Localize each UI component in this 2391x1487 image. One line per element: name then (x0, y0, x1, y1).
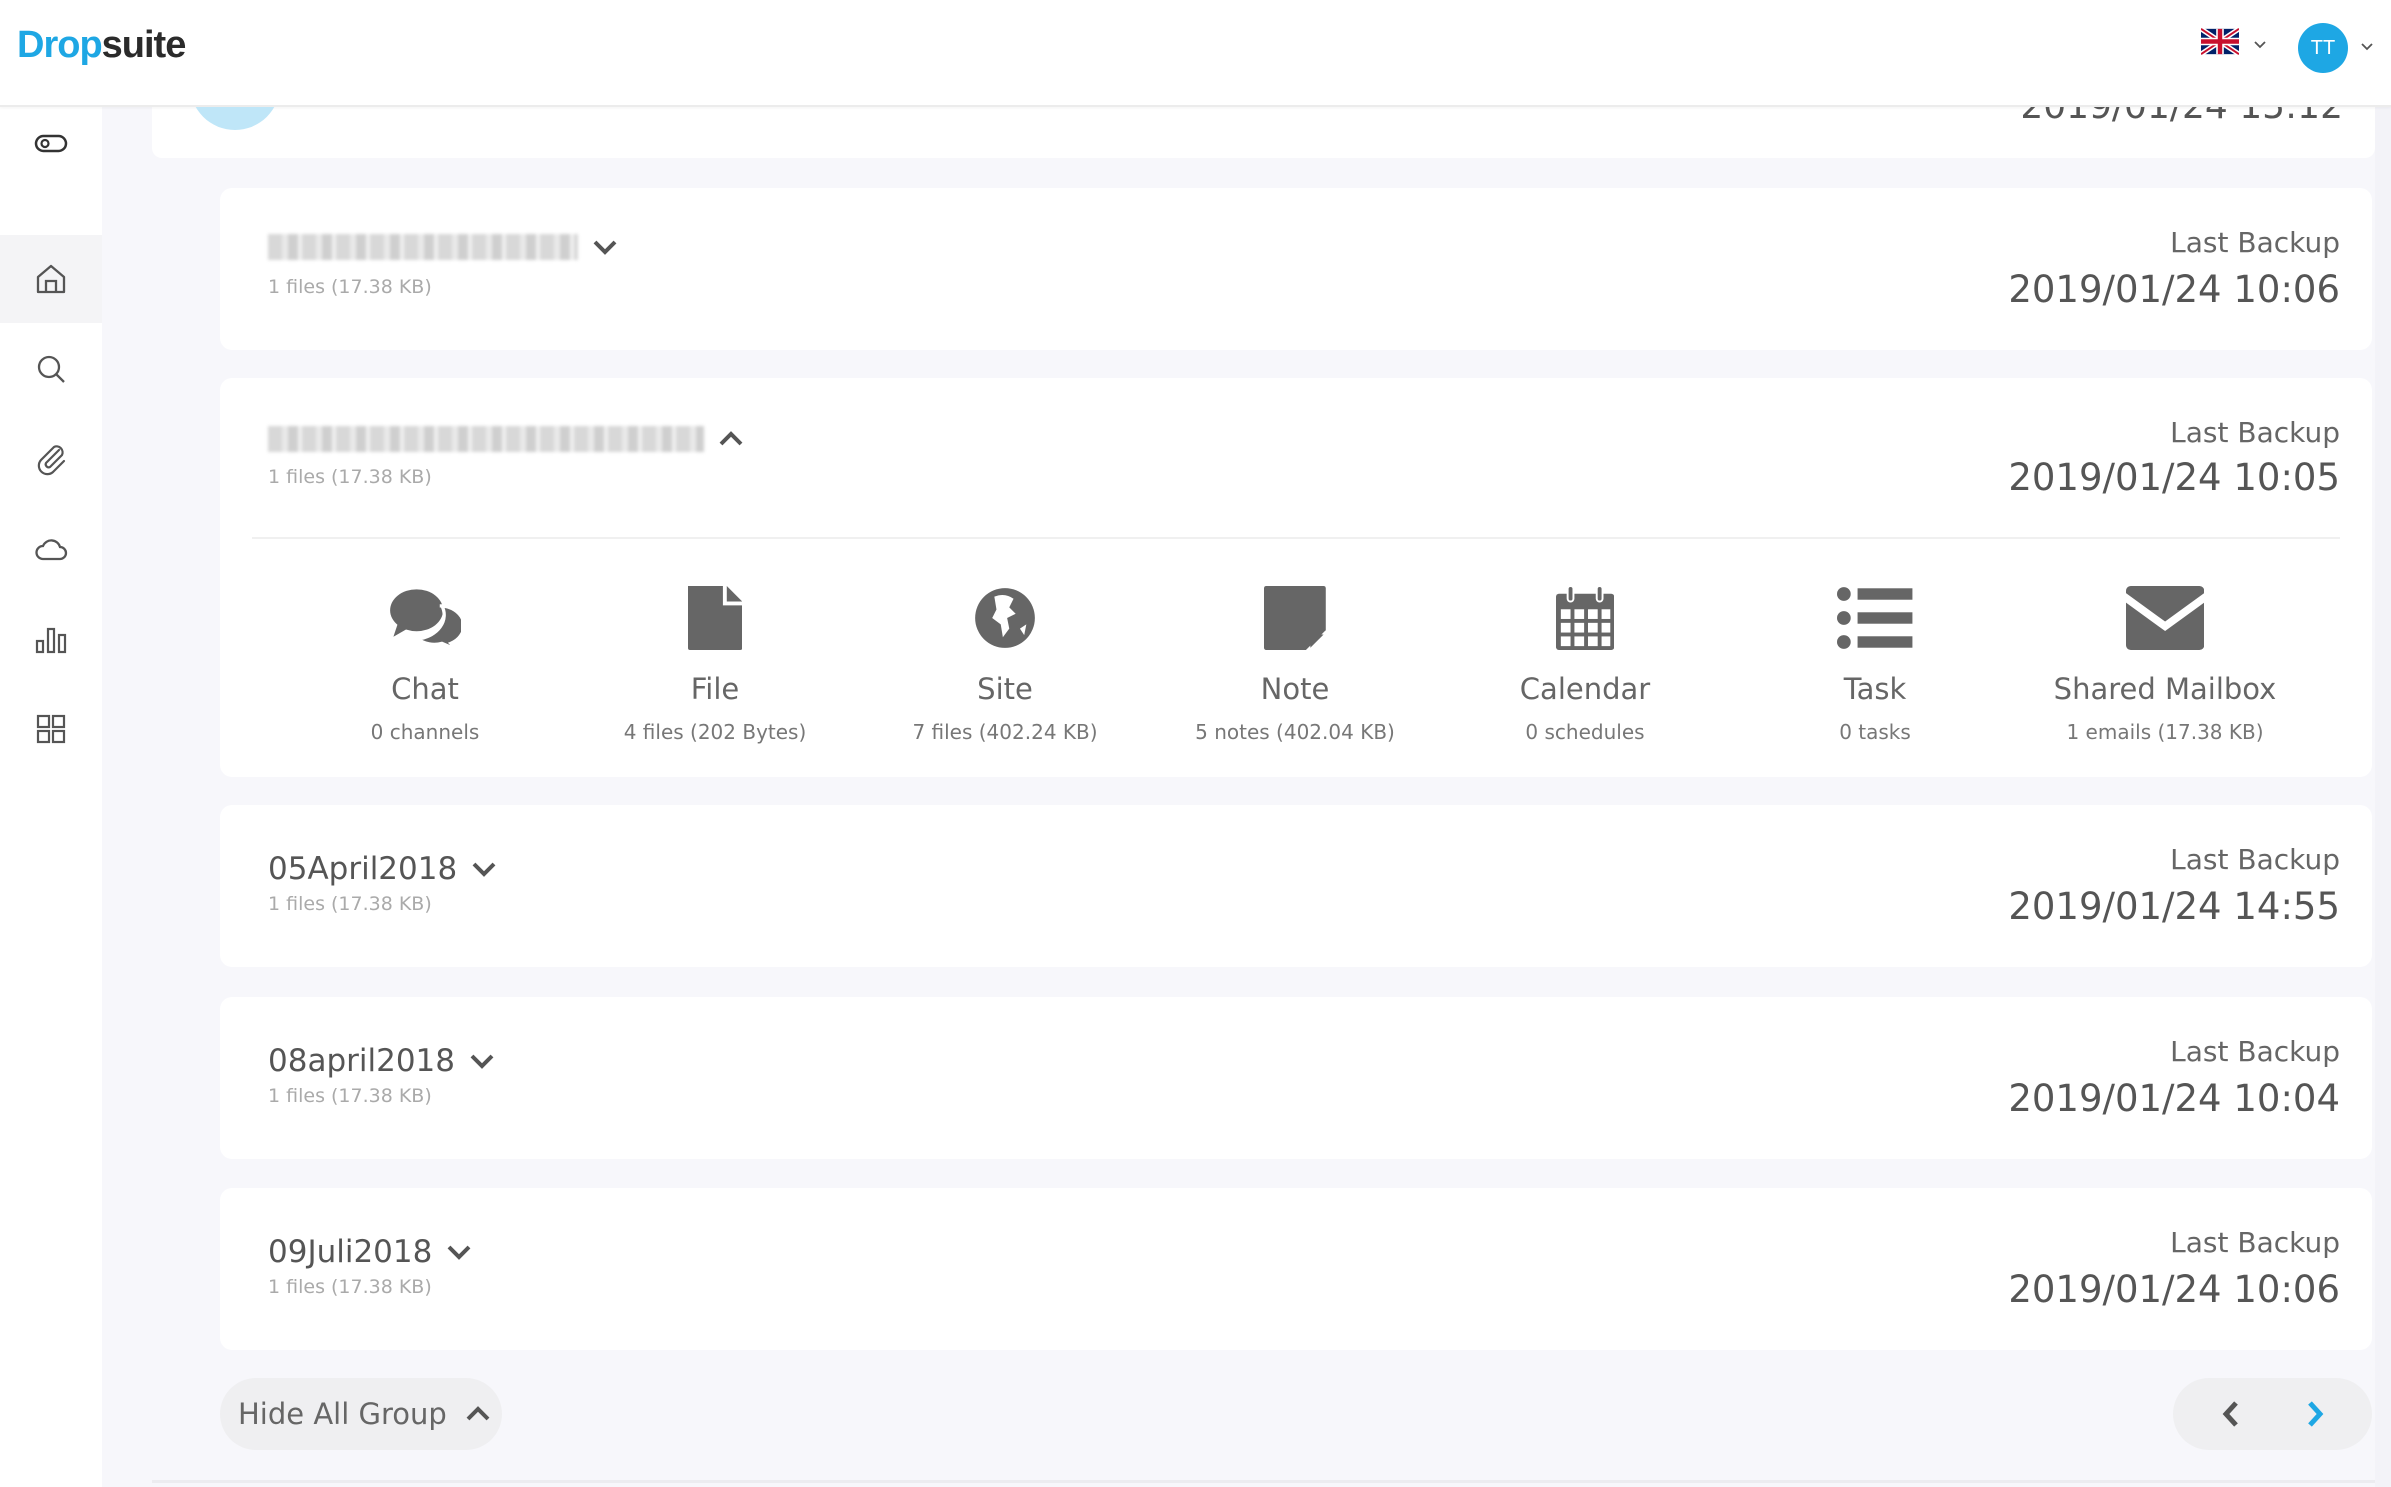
service-name: Shared Mailbox (2053, 672, 2277, 706)
toggle-icon (34, 134, 68, 153)
group-name: 08april2018 (268, 1043, 455, 1079)
service-count: 1 emails (17.38 KB) (2066, 720, 2264, 744)
last-backup-date: 2019/01/24 10:04 (2008, 1077, 2340, 1120)
group-card: [redacted] 1 files (17.38 KB) Last Backu… (220, 188, 2372, 350)
previous-page-button[interactable] (2213, 1396, 2249, 1432)
group-name: 05April2018 (268, 851, 458, 887)
chevron-down-icon (470, 1054, 494, 1069)
service-file[interactable]: File 4 files (202 Bytes) (585, 582, 845, 744)
group-card-expanded: [redacted] 1 files (17.38 KB) Last Backu… (220, 378, 2372, 777)
user-avatar[interactable]: TT (2298, 23, 2348, 73)
file-icon (687, 586, 743, 650)
service-note[interactable]: Note 5 notes (402.04 KB) (1165, 582, 1425, 744)
service-site[interactable]: Site 7 files (402.24 KB) (875, 582, 1135, 744)
envelope-icon (2125, 586, 2205, 650)
service-count: 0 tasks (1839, 720, 1911, 744)
service-name: Site (977, 672, 1033, 706)
last-backup-date: 2019/01/24 10:05 (2008, 456, 2340, 499)
divider (252, 537, 2340, 539)
hide-all-group-button[interactable]: Hide All Group (220, 1378, 502, 1450)
home-icon (36, 264, 66, 294)
group-name: 09Juli2018 (268, 1234, 433, 1270)
group-card: 09Juli2018 1 files (17.38 KB) Last Backu… (220, 1188, 2372, 1350)
group-name: [redacted] (268, 426, 704, 452)
language-chevron-down-icon[interactable] (2253, 38, 2267, 52)
service-task[interactable]: Task 0 tasks (1745, 582, 2005, 744)
service-name: Note (1260, 672, 1330, 706)
service-shared-mailbox[interactable]: Shared Mailbox 1 emails (17.38 KB) (2035, 582, 2295, 744)
last-backup-label: Last Backup (2170, 226, 2340, 259)
chevron-left-icon (2222, 1401, 2238, 1427)
group-card: 08april2018 1 files (17.38 KB) Last Back… (220, 997, 2372, 1159)
uk-flag-icon[interactable] (2201, 28, 2239, 55)
next-page-button[interactable] (2297, 1396, 2333, 1432)
sidebar-toggle[interactable] (0, 99, 102, 187)
dropsuite-logo[interactable]: Dropsuite (17, 24, 187, 67)
group-card: 05April2018 1 files (17.38 KB) Last Back… (220, 805, 2372, 967)
user-menu-chevron-down-icon[interactable] (2360, 40, 2374, 54)
paperclip-icon (37, 445, 66, 476)
service-name: Task (1843, 672, 1907, 706)
avatar-initials: TT (2310, 36, 2336, 59)
last-backup-date: 2019/01/24 10:06 (2008, 1268, 2340, 1311)
group-summary: 1 files (17.38 KB) (268, 893, 432, 915)
service-count: 0 schedules (1525, 720, 1645, 744)
search-icon (37, 355, 65, 383)
service-name: Chat (391, 672, 459, 706)
service-name: Calendar (1519, 672, 1651, 706)
sidebar-item-search[interactable] (0, 325, 102, 413)
calendar-icon (1555, 586, 1615, 650)
scroll-track[interactable] (2375, 107, 2391, 1487)
service-chat[interactable]: Chat 0 channels (295, 582, 555, 744)
sidebar-item-attachments[interactable] (0, 415, 102, 503)
service-calendar[interactable]: Calendar 0 schedules (1455, 582, 1715, 744)
group-toggle[interactable]: 05April2018 (268, 851, 497, 887)
sidebar-item-apps[interactable] (0, 685, 102, 773)
service-count: 0 channels (370, 720, 480, 744)
note-icon (1264, 586, 1326, 650)
chevron-up-icon (466, 1406, 490, 1421)
pagination (2173, 1378, 2372, 1450)
task-list-icon (1837, 587, 1913, 649)
group-summary: 1 files (17.38 KB) (268, 466, 432, 488)
last-backup-date: 2019/01/24 14:55 (2008, 885, 2340, 928)
group-summary: 1 files (17.38 KB) (268, 276, 432, 298)
last-backup-label: Last Backup (2170, 1226, 2340, 1259)
group-toggle[interactable]: 09Juli2018 (268, 1234, 472, 1270)
last-backup-label: Last Backup (2170, 843, 2340, 876)
sidebar-item-reports[interactable] (0, 595, 102, 683)
logo-prefix: Drop (17, 24, 103, 66)
service-count: 5 notes (402.04 KB) (1195, 720, 1395, 744)
chat-icon (389, 589, 462, 650)
sidebar (0, 107, 102, 1487)
group-summary: 1 files (17.38 KB) (268, 1276, 432, 1298)
bar-chart-icon (35, 627, 67, 654)
globe-icon (975, 588, 1035, 648)
service-count: 4 files (202 Bytes) (623, 720, 807, 744)
last-backup-label: Last Backup (2170, 416, 2340, 449)
service-count: 7 files (402.24 KB) (912, 720, 1098, 744)
sidebar-item-cloud[interactable] (0, 505, 102, 593)
sidebar-item-home[interactable] (0, 235, 102, 323)
bottom-divider (152, 1480, 2375, 1483)
group-toggle[interactable]: 08april2018 (268, 1043, 495, 1079)
group-toggle[interactable]: [redacted] (268, 426, 744, 452)
cloud-icon (35, 539, 68, 561)
last-backup-date: 2019/01/24 10:06 (2008, 268, 2340, 311)
grid-icon (36, 714, 66, 744)
group-name: [redacted] (268, 234, 578, 260)
chevron-up-icon (719, 431, 743, 446)
logo-suffix: suite (101, 24, 187, 66)
chevron-down-icon (447, 1245, 471, 1260)
hide-all-group-label: Hide All Group (238, 1397, 447, 1431)
top-header: Dropsuite TT (0, 0, 2391, 107)
group-toggle[interactable]: [redacted] (268, 234, 618, 260)
chevron-down-icon (472, 862, 496, 877)
chevron-right-icon (2308, 1401, 2324, 1427)
service-name: File (690, 672, 740, 706)
chevron-down-icon (593, 240, 617, 255)
group-summary: 1 files (17.38 KB) (268, 1085, 432, 1107)
last-backup-label: Last Backup (2170, 1035, 2340, 1068)
